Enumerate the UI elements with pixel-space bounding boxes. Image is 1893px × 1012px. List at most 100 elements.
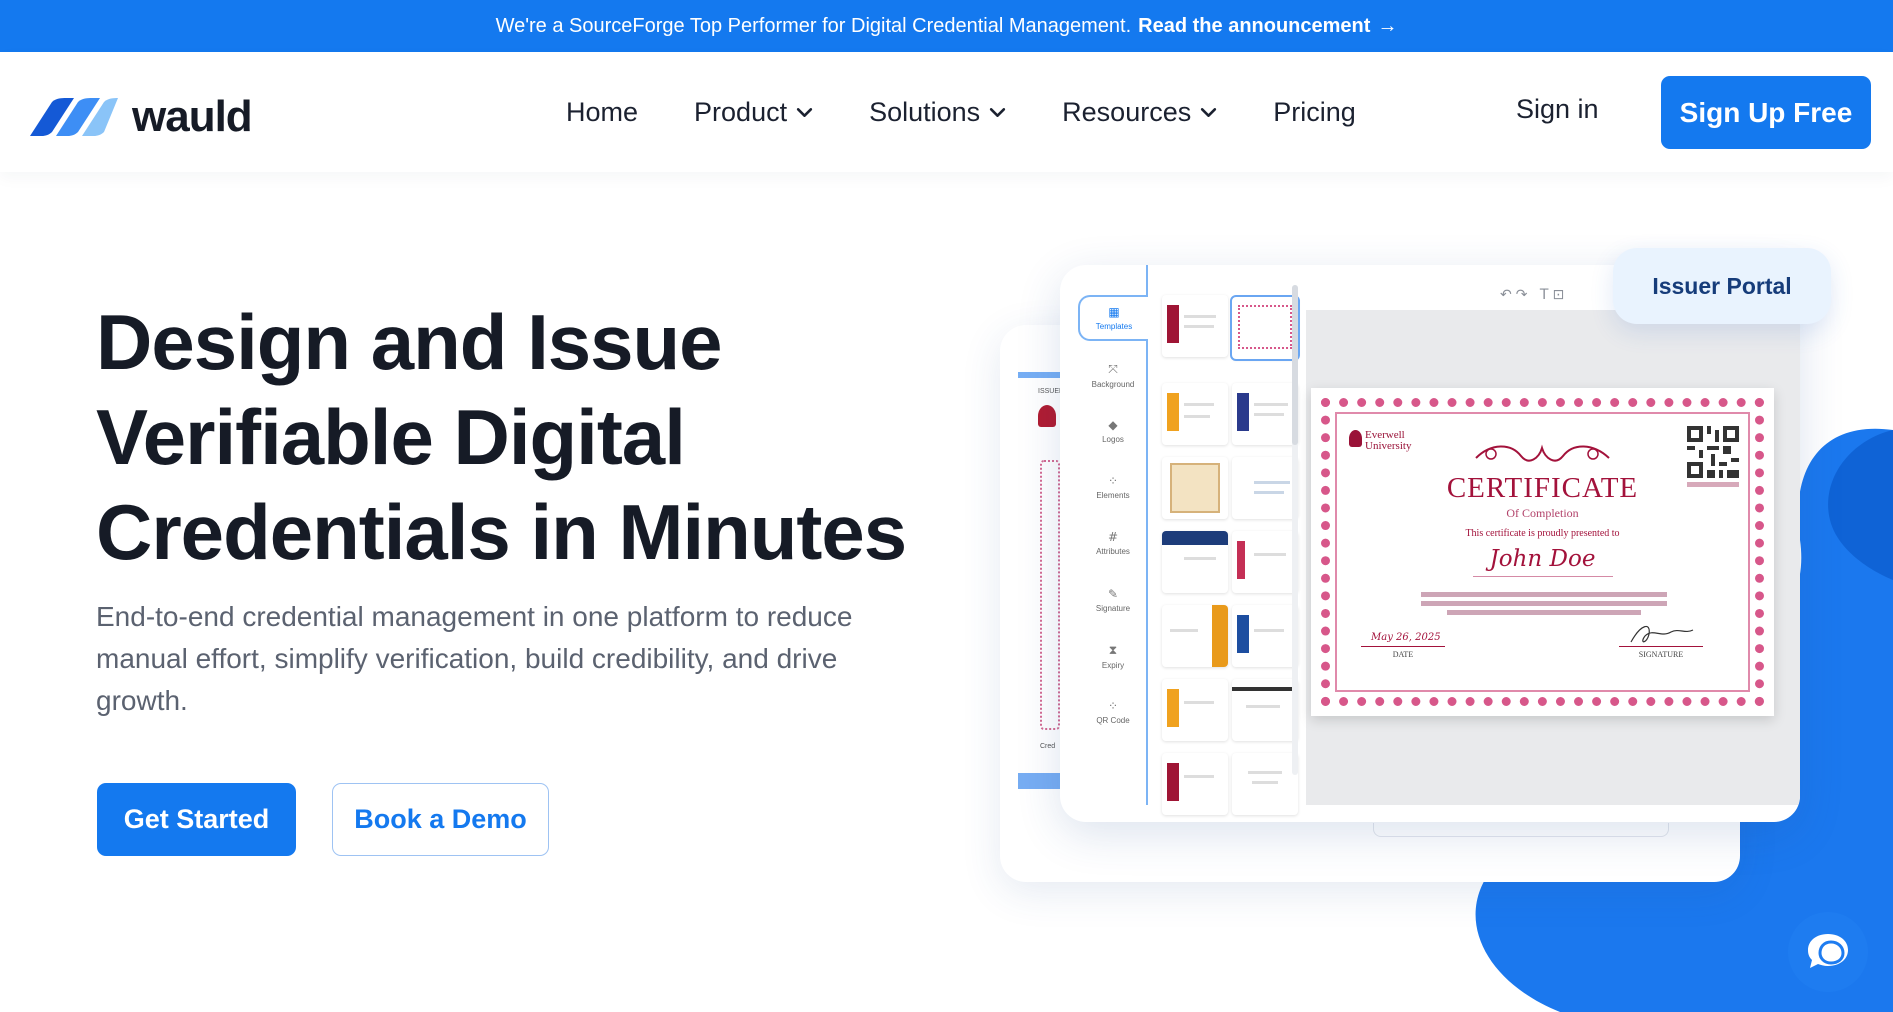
certificate-text-bar bbox=[1421, 601, 1667, 606]
issuer-portal-badge: Issuer Portal bbox=[1613, 248, 1831, 324]
tab-elements-label: Elements bbox=[1096, 491, 1130, 500]
tab-templates-label: Templates bbox=[1095, 322, 1133, 331]
certificate-signature-line bbox=[1619, 646, 1703, 647]
nav-solutions[interactable]: Solutions bbox=[869, 97, 1006, 128]
back-card-strip bbox=[1018, 372, 1060, 378]
certificate-date-line bbox=[1361, 646, 1445, 647]
nav-solutions-label: Solutions bbox=[869, 96, 981, 127]
hero-title-line-3: Credentials in Minutes bbox=[96, 488, 907, 576]
chat-bubble-icon bbox=[1808, 934, 1848, 968]
template-thumbnail[interactable] bbox=[1162, 383, 1228, 445]
hero-title-line-2: Verifiable Digital bbox=[96, 393, 686, 481]
book-demo-button[interactable]: Book a Demo bbox=[332, 783, 549, 856]
tab-elements[interactable]: ⁘ Elements bbox=[1078, 474, 1148, 500]
certificate-name-underline bbox=[1473, 576, 1613, 577]
certificate-preview[interactable]: Everwell University CERTIFICATE Of Compl… bbox=[1311, 388, 1774, 716]
template-thumbnail[interactable] bbox=[1232, 531, 1298, 593]
university-crest-icon bbox=[1349, 430, 1362, 447]
nav-product[interactable]: Product bbox=[694, 97, 813, 128]
wauld-logo[interactable]: wauld bbox=[30, 92, 253, 142]
template-thumbnail[interactable] bbox=[1232, 679, 1298, 741]
nav-product-label: Product bbox=[694, 96, 788, 127]
templates-icon: ▦ bbox=[1108, 305, 1120, 319]
certificate-university-line-2: University bbox=[1365, 440, 1412, 452]
thumbnails-scrollbar[interactable] bbox=[1292, 285, 1298, 775]
sign-in-link[interactable]: Sign in bbox=[1516, 94, 1599, 125]
tab-templates[interactable]: ▦ Templates bbox=[1078, 295, 1148, 341]
chevron-down-icon bbox=[796, 107, 813, 117]
site-header: wauld Home Product Solutions Resources P… bbox=[0, 52, 1893, 172]
tab-signature-label: Signature bbox=[1095, 604, 1131, 613]
hero-title-line-1: Design and Issue bbox=[96, 298, 723, 386]
signature-scribble-icon bbox=[1630, 625, 1694, 643]
certificate-date-value: May 26, 2025 bbox=[1371, 632, 1441, 643]
certificate-subtitle: Of Completion bbox=[1506, 506, 1579, 520]
template-thumbnail[interactable] bbox=[1162, 753, 1228, 815]
back-card-tray bbox=[1373, 823, 1669, 837]
undo-icon[interactable]: ↶ bbox=[1500, 287, 1516, 303]
template-thumbnail[interactable] bbox=[1232, 383, 1298, 445]
template-thumbnail-selected[interactable] bbox=[1230, 295, 1300, 361]
tab-logos[interactable]: ◆ Logos bbox=[1078, 418, 1148, 444]
back-card-footer-label: Cred bbox=[1040, 743, 1056, 750]
wauld-logo-icon bbox=[30, 98, 118, 136]
nav-resources-label: Resources bbox=[1062, 96, 1192, 127]
tab-qr-code[interactable]: ⁘ QR Code bbox=[1078, 699, 1148, 725]
chat-widget-button[interactable] bbox=[1788, 912, 1868, 992]
nav-resources[interactable]: Resources bbox=[1062, 97, 1217, 128]
certificate-text-bar bbox=[1421, 592, 1667, 597]
image-icon[interactable]: ⊡ bbox=[1552, 287, 1568, 303]
certificate-recipient-name: John Doe bbox=[1489, 546, 1596, 572]
redo-icon[interactable]: ↷ bbox=[1516, 287, 1532, 303]
signature-icon: ✎ bbox=[1107, 587, 1119, 601]
attributes-icon: # bbox=[1107, 530, 1119, 544]
canvas-toolbar: ↶↷ T⊡ bbox=[1500, 287, 1568, 303]
tab-attributes-label: Attributes bbox=[1096, 547, 1130, 556]
template-thumbnail[interactable] bbox=[1232, 605, 1298, 667]
text-icon[interactable]: T bbox=[1540, 287, 1553, 303]
mini-certificate-preview bbox=[1040, 460, 1060, 730]
back-card-bar bbox=[1018, 773, 1060, 789]
template-thumbnail[interactable] bbox=[1162, 605, 1228, 667]
certificate-date-label: DATE bbox=[1392, 650, 1414, 659]
sign-up-button[interactable]: Sign Up Free bbox=[1661, 76, 1871, 149]
tab-attributes[interactable]: # Attributes bbox=[1078, 530, 1148, 556]
background-icon: ⤧ bbox=[1108, 362, 1118, 376]
certificate-text-bar bbox=[1447, 610, 1641, 615]
arrow-right-icon[interactable]: → bbox=[1377, 15, 1397, 38]
template-thumbnail[interactable] bbox=[1232, 753, 1298, 815]
tab-signature[interactable]: ✎ Signature bbox=[1078, 587, 1148, 613]
template-thumbnail[interactable] bbox=[1162, 295, 1228, 357]
seal-icon bbox=[1038, 405, 1056, 427]
hero-subtitle: End-to-end credential management in one … bbox=[96, 601, 853, 716]
announcement-bar: We're a SourceForge Top Performer for Di… bbox=[0, 0, 1893, 52]
hero-title: Design and Issue Verifiable Digital Cred… bbox=[96, 295, 996, 580]
template-thumbnail[interactable] bbox=[1162, 679, 1228, 741]
template-thumbnail[interactable] bbox=[1232, 457, 1298, 519]
template-thumbnails bbox=[1156, 295, 1306, 815]
announcement-link[interactable]: Read the announcement bbox=[1138, 15, 1370, 38]
chevron-down-icon bbox=[990, 107, 1006, 117]
tab-background-label: Background bbox=[1091, 380, 1135, 389]
tab-qr-code-label: QR Code bbox=[1096, 716, 1130, 725]
expiry-icon: ⧗ bbox=[1108, 643, 1118, 657]
tab-background[interactable]: ⤧ Background bbox=[1078, 362, 1148, 389]
template-thumbnail[interactable] bbox=[1162, 531, 1228, 593]
certificate-presented-text: This certificate is proudly presented to bbox=[1465, 528, 1620, 539]
get-started-button[interactable]: Get Started bbox=[97, 783, 296, 856]
tab-expiry-label: Expiry bbox=[1101, 661, 1125, 670]
nav-home[interactable]: Home bbox=[566, 97, 638, 128]
main-nav: Home Product Solutions Resources Pricing bbox=[566, 52, 1412, 172]
tab-logos-label: Logos bbox=[1102, 435, 1124, 444]
qr-caption-bar bbox=[1687, 482, 1739, 487]
announcement-text: We're a SourceForge Top Performer for Di… bbox=[495, 14, 1132, 37]
tab-expiry[interactable]: ⧗ Expiry bbox=[1078, 643, 1148, 670]
chevron-down-icon bbox=[1201, 107, 1217, 117]
elements-icon: ⁘ bbox=[1107, 474, 1119, 488]
template-thumbnail[interactable] bbox=[1162, 457, 1228, 519]
nav-pricing[interactable]: Pricing bbox=[1273, 97, 1356, 128]
scrollbar-thumb[interactable] bbox=[1292, 285, 1298, 445]
nav-home-label: Home bbox=[566, 96, 639, 127]
logos-icon: ◆ bbox=[1108, 418, 1118, 432]
certificate-university: Everwell University bbox=[1365, 430, 1411, 452]
